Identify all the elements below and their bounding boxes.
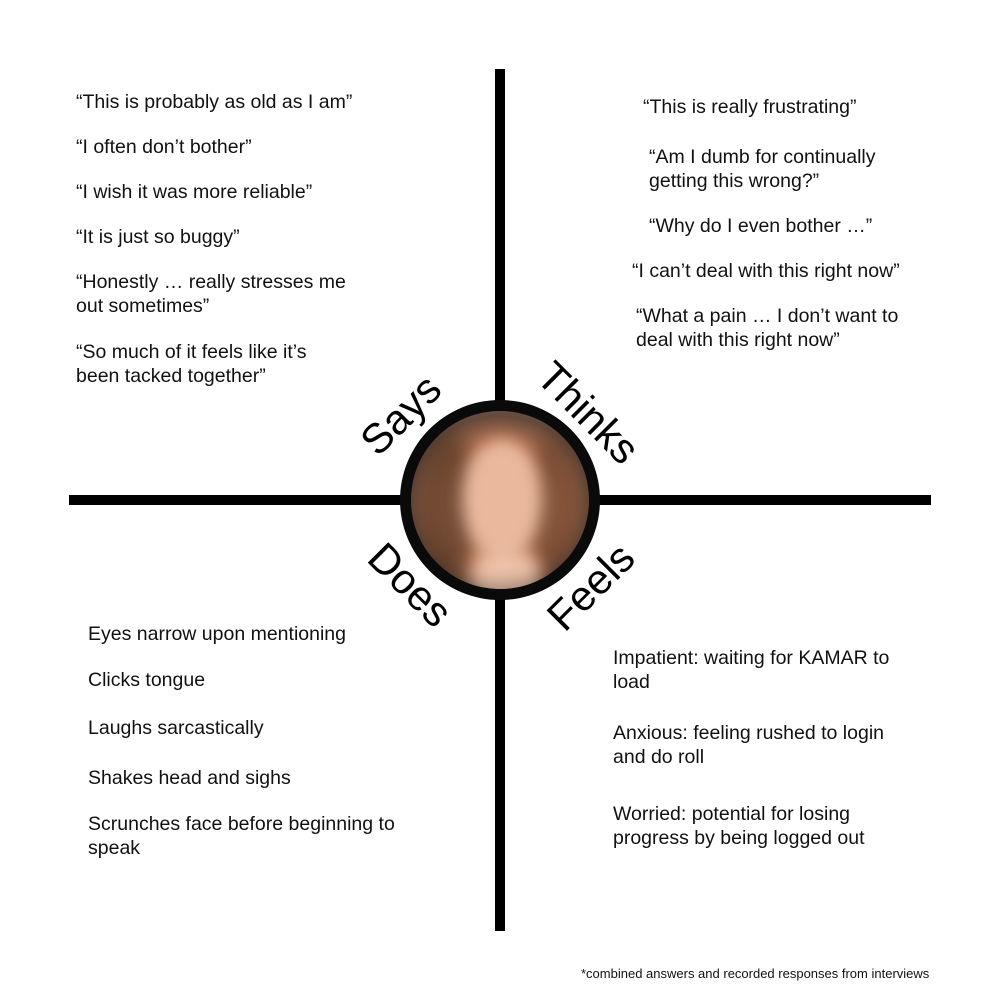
persona-avatar (411, 411, 589, 589)
says-item: “I often don’t bother” (76, 136, 252, 158)
thinks-item: “Am I dumb for continually getting this … (649, 146, 876, 192)
does-item: Shakes head and sighs (88, 767, 291, 789)
feels-item: Anxious: feeling rushed to login and do … (613, 722, 885, 768)
footnote: *combined answers and recorded responses… (581, 966, 930, 981)
says-item: “Honestly … really stresses me out somet… (76, 271, 346, 317)
feels-item: Worried: potential for losing progress b… (613, 803, 865, 849)
thinks-item: “Why do I even bother …” (649, 215, 873, 237)
says-item: “I wish it was more reliable” (76, 181, 313, 203)
says-item: “It is just so buggy” (76, 226, 240, 248)
feels-item: Impatient: waiting for KAMAR to load (613, 647, 890, 693)
thinks-item: “This is really frustrating” (643, 96, 857, 118)
says-item: “So much of it feels like it’s been tack… (76, 341, 307, 387)
does-item: Clicks tongue (88, 669, 206, 691)
does-item: Laughs sarcastically (88, 717, 264, 739)
says-item: “This is probably as old as I am” (76, 91, 353, 113)
does-item: Scrunches face before beginning to speak (88, 813, 395, 859)
thinks-item: “I can’t deal with this right now” (632, 260, 900, 282)
does-item: Eyes narrow upon mentioning (88, 623, 346, 645)
thinks-item: “What a pain … I don’t want to deal with… (636, 305, 899, 351)
